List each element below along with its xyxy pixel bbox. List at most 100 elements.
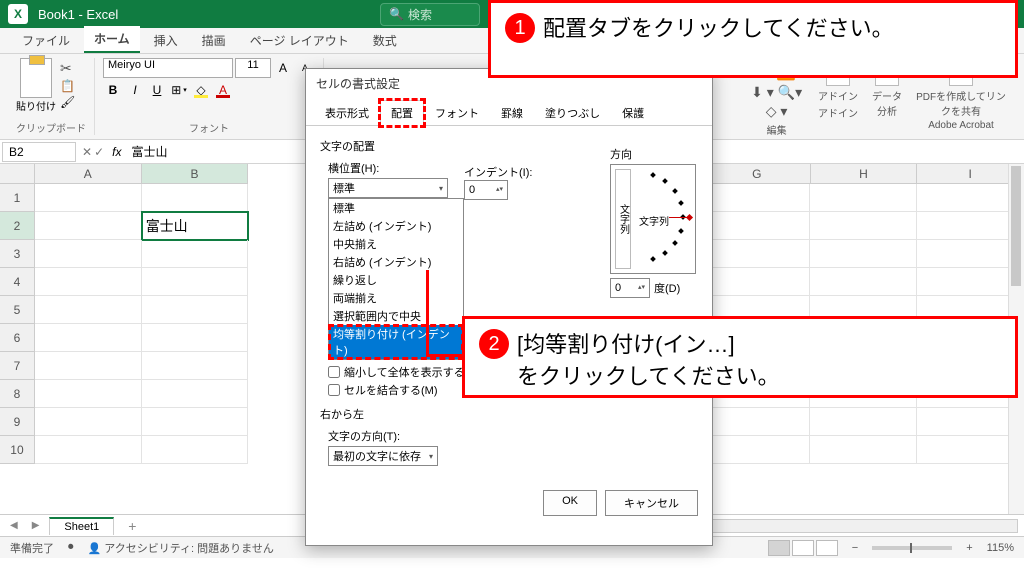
degree-spinner[interactable]: 0 xyxy=(610,278,650,298)
row-header[interactable]: 3 xyxy=(0,240,35,268)
cancel-button[interactable]: キャンセル xyxy=(605,490,698,516)
cell[interactable] xyxy=(35,380,142,408)
cell[interactable] xyxy=(704,408,811,436)
cell[interactable] xyxy=(35,436,142,464)
cell[interactable] xyxy=(810,184,917,212)
cell[interactable]: 富士山 xyxy=(142,212,249,240)
border-button[interactable]: ⊞ xyxy=(169,80,189,100)
horizontal-options-list[interactable]: 標準 左詰め (インデント) 中央揃え 右詰め (インデント) 繰り返し 両端揃… xyxy=(328,198,464,360)
font-name-select[interactable]: Meiryo UI xyxy=(103,58,233,78)
underline-button[interactable]: U xyxy=(147,80,167,100)
dialog-tab-fill[interactable]: 塗りつぶし xyxy=(534,100,611,126)
dialog-tab-font[interactable]: フォント xyxy=(424,100,490,126)
zoom-out-icon[interactable]: − xyxy=(852,542,858,554)
paste-icon[interactable] xyxy=(20,58,52,98)
cell[interactable] xyxy=(35,324,142,352)
cell[interactable] xyxy=(810,240,917,268)
cell[interactable] xyxy=(142,184,249,212)
cell[interactable] xyxy=(704,184,811,212)
merge-checkbox[interactable] xyxy=(328,384,340,396)
font-size-select[interactable]: 11 xyxy=(235,58,271,78)
view-pagelayout-icon[interactable] xyxy=(792,540,814,556)
row-header[interactable]: 7 xyxy=(0,352,35,380)
orientation-vertical[interactable]: 文字列 xyxy=(615,169,631,269)
tab-pagelayout[interactable]: ページ レイアウト xyxy=(240,28,359,53)
tab-formulas[interactable]: 数式 xyxy=(363,28,407,53)
row-header[interactable]: 10 xyxy=(0,436,35,464)
sheet-nav-next[interactable]: ▶ xyxy=(28,520,44,531)
opt-justify[interactable]: 両端揃え xyxy=(329,289,463,307)
zoom-in-icon[interactable]: + xyxy=(966,542,972,554)
opt-center[interactable]: 中央揃え xyxy=(329,235,463,253)
copy-icon[interactable]: 📋 xyxy=(60,79,75,93)
accessibility-status[interactable]: 👤 アクセシビリティ: 問題ありません xyxy=(88,540,274,556)
cell[interactable] xyxy=(35,184,142,212)
view-pagebreak-icon[interactable] xyxy=(816,540,838,556)
record-macro-icon[interactable]: ⏺ xyxy=(68,541,74,554)
col-header-b[interactable]: B xyxy=(142,164,249,184)
row-header[interactable]: 8 xyxy=(0,380,35,408)
indent-spinner[interactable]: 0 xyxy=(464,180,508,200)
cell[interactable] xyxy=(142,352,249,380)
cell[interactable] xyxy=(810,268,917,296)
tab-file[interactable]: ファイル xyxy=(12,28,80,53)
cell[interactable] xyxy=(704,268,811,296)
cell[interactable] xyxy=(35,268,142,296)
orientation-dial[interactable]: 文字列 文字列 xyxy=(610,164,696,274)
cell[interactable] xyxy=(142,324,249,352)
cell[interactable] xyxy=(142,380,249,408)
cell[interactable] xyxy=(810,408,917,436)
italic-button[interactable]: I xyxy=(125,80,145,100)
opt-repeat[interactable]: 繰り返し xyxy=(329,271,463,289)
cell[interactable] xyxy=(35,212,142,240)
dialog-tab-alignment[interactable]: 配置 xyxy=(380,100,424,126)
cancel-formula-icon[interactable]: ✕ xyxy=(82,145,92,159)
opt-right[interactable]: 右詰め (インデント) xyxy=(329,253,463,271)
dialog-tab-border[interactable]: 罫線 xyxy=(490,100,534,126)
cell[interactable] xyxy=(704,436,811,464)
cell[interactable] xyxy=(35,240,142,268)
tab-home[interactable]: ホーム xyxy=(84,26,140,53)
cell[interactable] xyxy=(142,240,249,268)
col-header-h[interactable]: H xyxy=(811,164,918,184)
horizontal-combo[interactable]: 標準 xyxy=(328,178,448,198)
row-header[interactable]: 6 xyxy=(0,324,35,352)
row-header[interactable]: 4 xyxy=(0,268,35,296)
row-header[interactable]: 9 xyxy=(0,408,35,436)
cell[interactable] xyxy=(142,268,249,296)
fill-color-button[interactable]: ◇ xyxy=(191,80,211,100)
add-sheet-button[interactable]: + xyxy=(120,518,144,534)
dialog-tab-number[interactable]: 表示形式 xyxy=(314,100,380,126)
cell[interactable] xyxy=(35,296,142,324)
text-direction-combo[interactable]: 最初の文字に依存 xyxy=(328,446,438,466)
cell[interactable] xyxy=(810,436,917,464)
font-color-button[interactable]: A xyxy=(213,80,233,100)
row-header[interactable]: 1 xyxy=(0,184,35,212)
format-painter-icon[interactable]: 🖌 xyxy=(60,95,75,109)
select-all-corner[interactable] xyxy=(0,164,35,184)
bold-button[interactable]: B xyxy=(103,80,123,100)
opt-standard[interactable]: 標準 xyxy=(329,199,463,217)
ok-button[interactable]: OK xyxy=(543,490,597,516)
col-header-a[interactable]: A xyxy=(35,164,142,184)
dialog-tab-protection[interactable]: 保護 xyxy=(611,100,655,126)
cut-icon[interactable]: ✂ xyxy=(60,60,75,77)
tab-draw[interactable]: 描画 xyxy=(192,28,236,53)
tab-insert[interactable]: 挿入 xyxy=(144,28,188,53)
col-header-g[interactable]: G xyxy=(704,164,811,184)
cell[interactable] xyxy=(142,296,249,324)
search-input[interactable]: 🔍 検索 xyxy=(380,3,480,26)
row-header[interactable]: 5 xyxy=(0,296,35,324)
cell[interactable] xyxy=(704,240,811,268)
cell[interactable] xyxy=(142,436,249,464)
sheet-tab-sheet1[interactable]: Sheet1 xyxy=(49,517,114,535)
accept-formula-icon[interactable]: ✓ xyxy=(94,145,104,159)
cell[interactable] xyxy=(810,212,917,240)
opt-left[interactable]: 左詰め (インデント) xyxy=(329,217,463,235)
view-normal-icon[interactable] xyxy=(768,540,790,556)
shrink-checkbox[interactable] xyxy=(328,366,340,378)
name-box[interactable]: B2 xyxy=(2,142,76,162)
sheet-nav-prev[interactable]: ◀ xyxy=(6,520,22,531)
cell[interactable] xyxy=(35,352,142,380)
cell[interactable] xyxy=(142,408,249,436)
